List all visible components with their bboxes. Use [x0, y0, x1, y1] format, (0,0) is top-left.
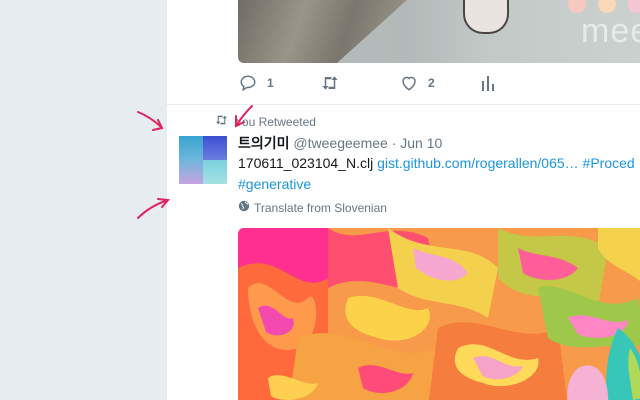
like-button[interactable]: 2	[400, 74, 435, 92]
display-name[interactable]: 트의기미	[238, 135, 290, 151]
tweet-date[interactable]: Jun 10	[400, 135, 442, 151]
retweet-icon	[320, 74, 340, 92]
tweet-media-image[interactable]	[238, 228, 640, 400]
retweet-small-icon	[214, 114, 229, 129]
retweet-context: You Retweeted	[214, 114, 316, 129]
tweet-text-prefix: 170611_023104_N.clj	[238, 155, 374, 171]
reply-button[interactable]: 1	[239, 74, 274, 92]
tweet-header: 트의기미 @tweegeemee · Jun 10	[238, 133, 442, 153]
analytics-button[interactable]	[481, 74, 495, 92]
heart-icon	[400, 74, 418, 92]
analytics-icon	[481, 74, 495, 92]
translate-label: Translate from Slovenian	[254, 200, 387, 215]
avatar-segment	[179, 136, 203, 184]
annotation-arrow-left-bottom	[137, 199, 169, 219]
media-watermark: mee	[581, 12, 640, 50]
previous-tweet-media[interactable]: mee	[238, 0, 640, 63]
reply-count: 1	[267, 76, 274, 90]
annotation-arrow-left-top	[137, 111, 163, 129]
retweet-button[interactable]	[320, 74, 340, 92]
hashtag-link[interactable]: #Proced	[583, 155, 635, 171]
media-figure	[463, 0, 509, 34]
avatar[interactable]	[179, 136, 227, 184]
timeline-feed: mee 1 2 You Retweeted 트의기미	[167, 0, 640, 400]
hashtag-link[interactable]: #generative	[238, 176, 311, 192]
like-count: 2	[428, 76, 435, 90]
tweet-divider	[167, 104, 640, 105]
avatar-segment	[203, 160, 227, 184]
user-handle[interactable]: @tweegeemee	[293, 135, 387, 151]
reply-icon	[239, 74, 257, 92]
globe-icon	[238, 200, 250, 215]
meta-separator: ·	[391, 135, 397, 151]
translate-link[interactable]: Translate from Slovenian	[238, 200, 387, 215]
tweet-text: 170611_023104_N.clj gist.github.com/roge…	[238, 153, 640, 195]
media-photo-region	[238, 0, 418, 63]
gist-link[interactable]: gist.github.com/rogerallen/065…	[377, 155, 579, 171]
generative-art	[238, 228, 640, 400]
retweet-context-label: You Retweeted	[235, 114, 316, 129]
